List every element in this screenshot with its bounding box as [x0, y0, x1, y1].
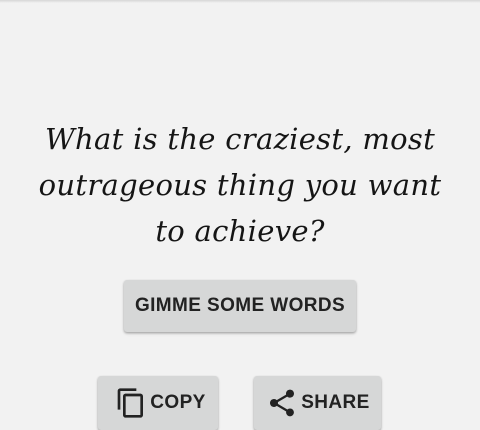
copy-button[interactable]: COPY: [98, 376, 218, 430]
share-icon: [265, 386, 299, 420]
prompt-text: What is the craziest, most outrageous th…: [38, 122, 442, 248]
share-label: SHARE: [301, 392, 370, 413]
gimme-some-words-button[interactable]: GIMME SOME WORDS: [124, 280, 356, 332]
top-edge-shadow: [0, 0, 480, 3]
gimme-some-words-label: GIMME SOME WORDS: [134, 295, 346, 316]
copy-label: COPY: [150, 392, 206, 413]
copy-icon: [114, 386, 148, 420]
share-button[interactable]: SHARE: [254, 376, 381, 430]
